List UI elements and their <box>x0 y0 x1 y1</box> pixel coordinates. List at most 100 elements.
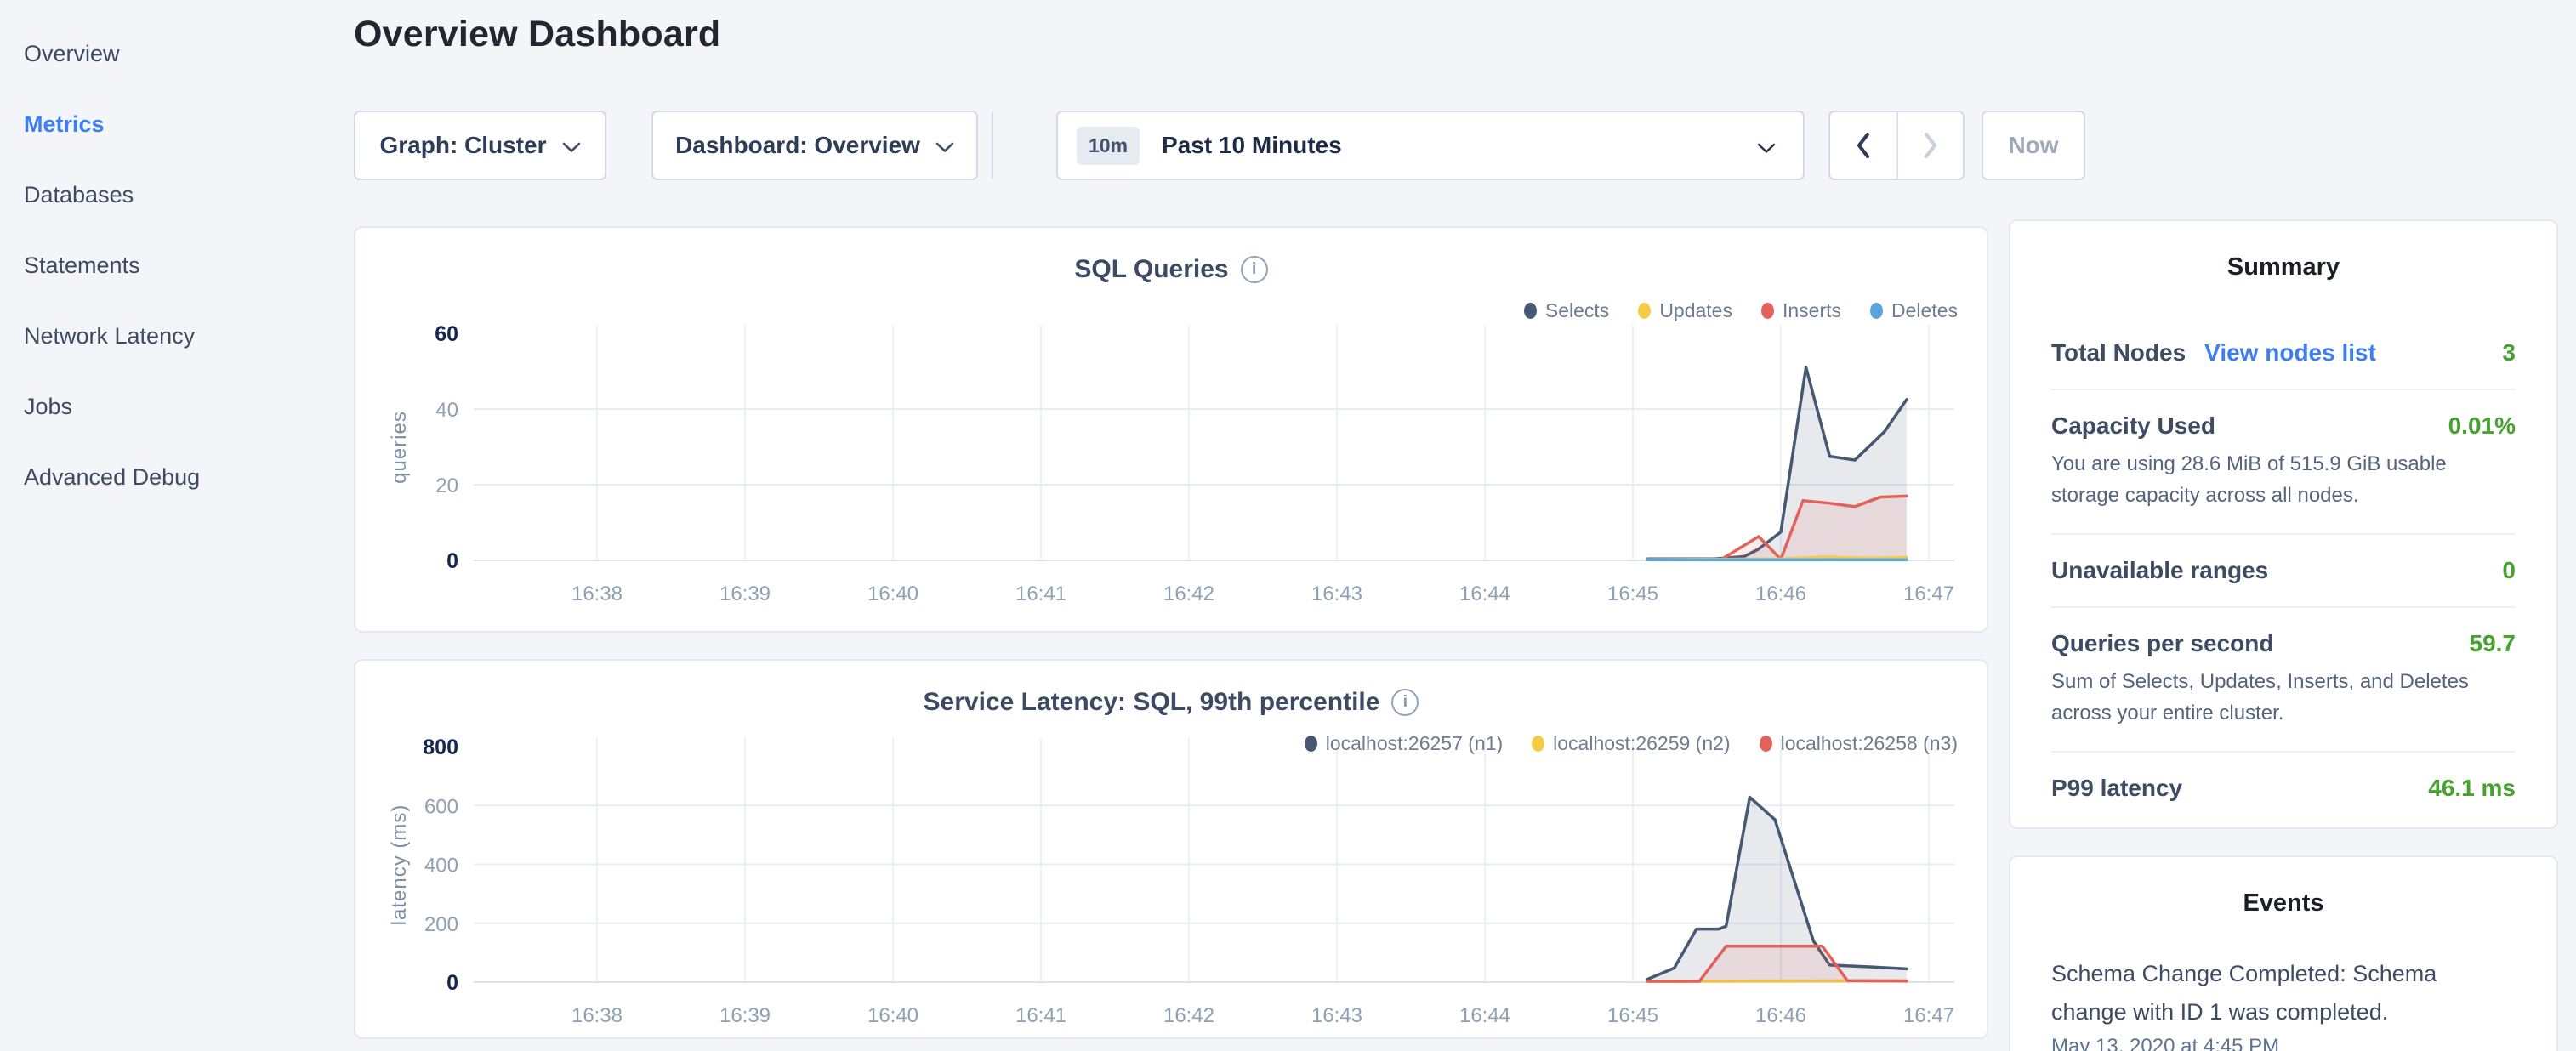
service-latency-chart-plot[interactable]: 020040060080016:3816:3916:4016:4116:4216… <box>355 661 1987 1037</box>
svg-text:800: 800 <box>423 736 458 759</box>
legend-item-n1[interactable]: localhost:26257 (n1) <box>1305 732 1503 755</box>
time-next-button[interactable] <box>1896 112 1963 179</box>
chart-legend: Selects Updates Inserts Deletes <box>1524 299 1958 322</box>
svg-text:0: 0 <box>446 549 458 573</box>
sidebar-item-metrics[interactable]: Metrics <box>0 89 333 160</box>
summary-panel: Summary Total Nodes View nodes list 3 Ca… <box>2009 219 2558 829</box>
svg-text:400: 400 <box>424 855 458 878</box>
legend-item-n3[interactable]: localhost:26258 (n3) <box>1760 732 1958 755</box>
legend-label: localhost:26258 (n3) <box>1781 732 1958 755</box>
svg-text:16:45: 16:45 <box>1607 1004 1658 1027</box>
qps-label: Queries per second <box>2051 630 2273 657</box>
chevron-left-icon <box>1856 132 1871 159</box>
svg-text:16:41: 16:41 <box>1015 582 1066 605</box>
sidebar-item-jobs[interactable]: Jobs <box>0 372 333 442</box>
series-dot <box>1305 736 1317 752</box>
legend-label: Updates <box>1659 299 1732 322</box>
chart-title: SQL Queries <box>1074 255 1228 284</box>
svg-text:16:47: 16:47 <box>1903 1004 1954 1027</box>
legend-item-selects[interactable]: Selects <box>1524 299 1609 322</box>
legend-label: Selects <box>1545 299 1609 322</box>
svg-text:16:41: 16:41 <box>1015 1004 1066 1027</box>
series-dot <box>1524 303 1537 319</box>
svg-text:16:42: 16:42 <box>1163 1004 1214 1027</box>
sidebar-item-overview[interactable]: Overview <box>0 19 333 89</box>
svg-text:16:39: 16:39 <box>719 1004 771 1027</box>
y-axis-unit-label: queries <box>388 411 412 484</box>
qps-description: Sum of Selects, Updates, Inserts, and De… <box>2051 666 2516 729</box>
events-title: Events <box>2010 857 2556 917</box>
svg-text:16:44: 16:44 <box>1459 1004 1510 1027</box>
svg-text:16:39: 16:39 <box>719 582 771 605</box>
chart-title: Service Latency: SQL, 99th percentile <box>924 688 1380 717</box>
svg-text:16:43: 16:43 <box>1311 1004 1362 1027</box>
legend-label: Deletes <box>1891 299 1958 322</box>
unavailable-ranges-value: 0 <box>2502 557 2516 584</box>
summary-row-qps: Queries per second 59.7 Sum of Selects, … <box>2051 608 2516 751</box>
p99-latency-value: 46.1 ms <box>2428 775 2516 802</box>
app-window: Overview Metrics Databases Statements Ne… <box>0 0 2576 1051</box>
svg-text:0: 0 <box>446 971 458 995</box>
summary-row-p99: P99 latency 46.1 ms <box>2051 753 2516 824</box>
svg-text:16:47: 16:47 <box>1903 582 1954 605</box>
legend-label: localhost:26259 (n2) <box>1553 732 1730 755</box>
page-title: Overview Dashboard <box>354 10 720 58</box>
time-step-buttons <box>1828 111 1965 180</box>
svg-text:16:40: 16:40 <box>867 1004 918 1027</box>
now-button[interactable]: Now <box>1982 111 2085 180</box>
events-panel: Events Schema Change Completed: Schema c… <box>2009 855 2558 1051</box>
capacity-label: Capacity Used <box>2051 412 2215 440</box>
series-dot <box>1761 303 1774 319</box>
legend-item-deletes[interactable]: Deletes <box>1870 299 1958 322</box>
legend-item-n2[interactable]: localhost:26259 (n2) <box>1532 732 1730 755</box>
chevron-right-icon <box>1923 132 1938 159</box>
event-message: Schema Change Completed: Schema change w… <box>2051 955 2494 1031</box>
svg-text:60: 60 <box>435 322 458 346</box>
qps-value: 59.7 <box>2470 630 2516 657</box>
series-dot <box>1532 736 1544 752</box>
legend-item-inserts[interactable]: Inserts <box>1761 299 1841 322</box>
legend-label: Inserts <box>1783 299 1841 322</box>
time-range-picker[interactable]: 10m Past 10 Minutes <box>1056 111 1805 180</box>
unavailable-ranges-label: Unavailable ranges <box>2051 557 2268 584</box>
svg-text:16:42: 16:42 <box>1163 582 1214 605</box>
legend-item-updates[interactable]: Updates <box>1638 299 1732 322</box>
time-prev-button[interactable] <box>1830 112 1896 179</box>
sidebar-item-advanced-debug[interactable]: Advanced Debug <box>0 442 333 513</box>
svg-text:16:43: 16:43 <box>1311 582 1362 605</box>
sql-queries-chart-card: 0 20 40 60 16:38 16:39 16:40 16:41 16:42 16:43 16:… <box>354 226 1988 633</box>
event-timestamp: May 13, 2020 at 4:45 PM <box>2051 1035 2516 1051</box>
info-icon[interactable]: i <box>1241 256 1268 283</box>
svg-text:20: 20 <box>435 474 458 497</box>
series-dot <box>1760 736 1772 752</box>
sidebar: Overview Metrics Databases Statements Ne… <box>0 0 333 513</box>
series-dot <box>1638 303 1651 319</box>
p99-latency-label: P99 latency <box>2051 775 2182 802</box>
capacity-value: 0.01% <box>2448 412 2516 440</box>
service-latency-chart-card: 020040060080016:3816:3916:4016:4116:4216… <box>354 659 1988 1039</box>
graph-dropdown-label: Graph: Cluster <box>379 132 546 159</box>
summary-row-capacity: Capacity Used 0.01% You are using 28.6 M… <box>2051 390 2516 533</box>
view-nodes-list-link[interactable]: View nodes list <box>2204 339 2376 366</box>
svg-text:40: 40 <box>435 399 458 422</box>
sidebar-item-databases[interactable]: Databases <box>0 160 333 230</box>
chevron-down-icon <box>935 142 954 153</box>
info-icon[interactable]: i <box>1391 689 1419 716</box>
chart-header: Service Latency: SQL, 99th percentile i <box>355 688 1987 717</box>
svg-text:16:38: 16:38 <box>571 1004 623 1027</box>
summary-row-unavailable-ranges: Unavailable ranges 0 <box>2051 535 2516 606</box>
dashboard-dropdown[interactable]: Dashboard: Overview <box>651 111 978 180</box>
graph-dropdown[interactable]: Graph: Cluster <box>354 111 606 180</box>
summary-row-total-nodes: Total Nodes View nodes list 3 <box>2051 317 2516 389</box>
sidebar-item-network-latency[interactable]: Network Latency <box>0 301 333 372</box>
legend-label: localhost:26257 (n1) <box>1326 732 1503 755</box>
chevron-down-icon <box>1757 143 1776 154</box>
sql-queries-chart-plot[interactable]: 0 20 40 60 16:38 16:39 16:40 16:41 16:42 16:43 16:… <box>355 228 1987 631</box>
svg-text:16:45: 16:45 <box>1607 582 1658 605</box>
svg-text:16:46: 16:46 <box>1755 582 1806 605</box>
svg-text:16:40: 16:40 <box>867 582 918 605</box>
dashboard-dropdown-label: Dashboard: Overview <box>675 132 920 159</box>
svg-text:16:38: 16:38 <box>571 582 623 605</box>
svg-text:16:44: 16:44 <box>1459 582 1510 605</box>
sidebar-item-statements[interactable]: Statements <box>0 230 333 301</box>
